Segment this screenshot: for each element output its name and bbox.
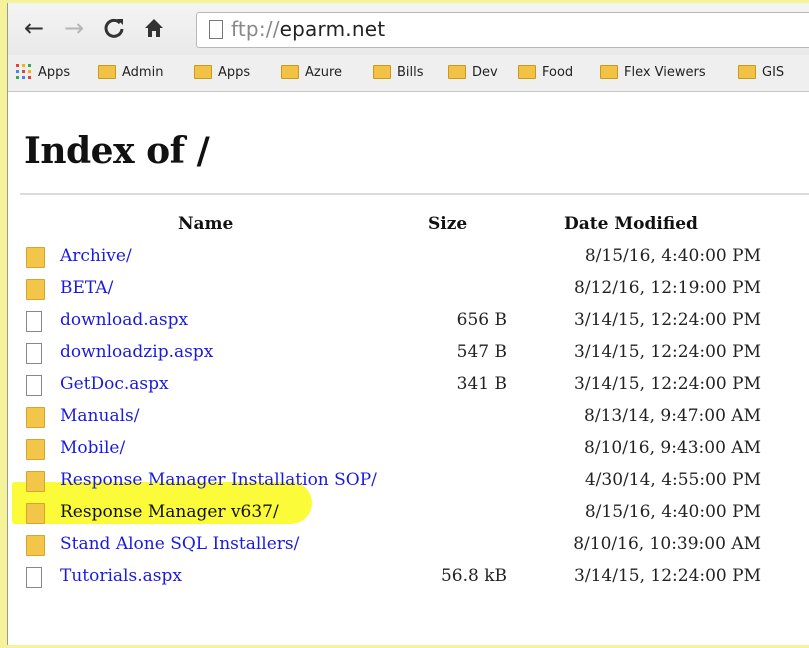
entry-date: 3/14/15, 12:24:00 PM xyxy=(574,566,761,586)
file-icon xyxy=(26,567,42,588)
column-header-size[interactable]: Size xyxy=(428,214,467,234)
bookmark-label: Azure xyxy=(305,65,343,80)
table-row: Stand Alone SQL Installers/ 8/10/16, 10:… xyxy=(8,530,809,562)
folder-icon xyxy=(26,247,45,268)
divider xyxy=(20,193,809,195)
column-header-name[interactable]: Name xyxy=(178,214,233,234)
bookmarks-bar: Apps Admin Apps Azure Bills Dev Food Fle… xyxy=(8,55,809,92)
url-text: ftp://eparm.net xyxy=(231,17,386,41)
bookmark-food[interactable]: Food xyxy=(518,63,573,83)
folder-icon xyxy=(518,64,536,79)
folder-icon xyxy=(600,64,618,79)
folder-icon xyxy=(281,64,299,79)
folder-icon xyxy=(373,64,391,79)
folder-icon xyxy=(738,64,756,79)
entry-size: 56.8 kB xyxy=(440,566,507,586)
forward-arrow-icon[interactable]: → xyxy=(60,14,88,42)
entry-size: 547 B xyxy=(456,342,507,362)
apps-grid-icon xyxy=(16,64,31,79)
folder-icon xyxy=(98,64,116,79)
entry-date: 3/14/15, 12:24:00 PM xyxy=(574,374,761,394)
entry-link[interactable]: Response Manager v637/ xyxy=(60,502,279,522)
bookmark-label: Apps xyxy=(218,65,251,80)
file-icon xyxy=(26,311,42,332)
folder-icon xyxy=(448,64,466,79)
reload-icon[interactable] xyxy=(100,14,128,42)
bookmark-dev[interactable]: Dev xyxy=(448,63,498,83)
table-row: GetDoc.aspx 341 B 3/14/15, 12:24:00 PM xyxy=(8,370,809,402)
folder-icon xyxy=(26,407,45,428)
entry-size: 341 B xyxy=(456,374,507,394)
bookmark-azure[interactable]: Azure xyxy=(281,63,342,83)
bookmark-label: Apps xyxy=(38,65,71,80)
page-icon xyxy=(209,20,223,39)
entry-date: 3/14/15, 12:24:00 PM xyxy=(574,342,761,362)
page-title: Index of / xyxy=(24,130,210,172)
table-row: Archive/ 8/15/16, 4:40:00 PM xyxy=(8,242,809,274)
entry-link[interactable]: GetDoc.aspx xyxy=(60,374,169,394)
bookmark-label: GIS xyxy=(762,65,785,80)
bookmark-gis[interactable]: GIS xyxy=(738,63,784,83)
entry-date: 8/10/16, 10:39:00 AM xyxy=(573,534,761,554)
table-row: download.aspx 656 B 3/14/15, 12:24:00 PM xyxy=(8,306,809,338)
folder-icon xyxy=(26,279,45,300)
entry-link[interactable]: downloadzip.aspx xyxy=(60,342,213,362)
entry-date: 4/30/14, 4:55:00 PM xyxy=(584,470,761,490)
table-row: BETA/ 8/12/16, 12:19:00 PM xyxy=(8,274,809,306)
folder-icon xyxy=(26,535,45,556)
table-row: Tutorials.aspx 56.8 kB 3/14/15, 12:24:00… xyxy=(8,562,809,594)
folder-icon xyxy=(26,503,45,524)
file-icon xyxy=(26,375,42,396)
entry-link[interactable]: Archive/ xyxy=(60,246,132,266)
folder-icon xyxy=(194,64,212,79)
bookmark-label: Flex Viewers xyxy=(624,65,706,80)
yellow-frame-left xyxy=(0,0,7,648)
bookmark-admin[interactable]: Admin xyxy=(98,63,163,83)
entry-link[interactable]: Tutorials.aspx xyxy=(60,566,182,586)
entry-link[interactable]: download.aspx xyxy=(60,310,188,330)
entry-date: 8/10/16, 9:43:00 AM xyxy=(584,438,761,458)
bookmark-label: Bills xyxy=(397,65,424,80)
bookmark-apps-launcher[interactable]: Apps xyxy=(16,63,70,83)
entry-link[interactable]: Response Manager Installation SOP/ xyxy=(60,470,377,490)
back-arrow-icon[interactable]: ← xyxy=(20,14,48,42)
entry-date: 8/13/14, 9:47:00 AM xyxy=(584,406,761,426)
bookmark-label: Food xyxy=(542,65,574,80)
table-row: Response Manager Installation SOP/ 4/30/… xyxy=(8,466,809,498)
bookmark-label: Dev xyxy=(472,65,498,80)
table-row: downloadzip.aspx 547 B 3/14/15, 12:24:00… xyxy=(8,338,809,370)
entry-link[interactable]: BETA/ xyxy=(60,278,113,298)
entry-link[interactable]: Manuals/ xyxy=(60,406,139,426)
entry-size: 656 B xyxy=(456,310,507,330)
address-bar[interactable]: ftp://eparm.net xyxy=(196,12,809,48)
file-icon xyxy=(26,343,42,364)
bookmark-bills[interactable]: Bills xyxy=(373,63,424,83)
entry-date: 8/15/16, 4:40:00 PM xyxy=(584,246,761,266)
bookmark-apps[interactable]: Apps xyxy=(194,63,250,83)
table-row-highlighted: Response Manager v637/ 8/15/16, 4:40:00 … xyxy=(8,498,809,530)
entry-date: 3/14/15, 12:24:00 PM xyxy=(574,310,761,330)
entry-date: 8/15/16, 4:40:00 PM xyxy=(584,502,761,522)
folder-icon xyxy=(26,439,45,460)
browser-toolbar: ← → ftp://eparm.net xyxy=(8,3,809,55)
entry-link[interactable]: Mobile/ xyxy=(60,438,125,458)
entry-date: 8/12/16, 12:19:00 PM xyxy=(574,278,761,298)
bookmark-label: Admin xyxy=(122,65,164,80)
table-row: Manuals/ 8/13/14, 9:47:00 AM xyxy=(8,402,809,434)
table-row: Mobile/ 8/10/16, 9:43:00 AM xyxy=(8,434,809,466)
entry-link[interactable]: Stand Alone SQL Installers/ xyxy=(60,534,299,554)
folder-icon xyxy=(26,471,45,492)
bookmark-flex-viewers[interactable]: Flex Viewers xyxy=(600,63,706,83)
column-header-date[interactable]: Date Modified xyxy=(564,214,698,234)
page-content: Index of / Name Size Date Modified Archi… xyxy=(8,92,809,645)
home-icon[interactable] xyxy=(140,14,168,42)
